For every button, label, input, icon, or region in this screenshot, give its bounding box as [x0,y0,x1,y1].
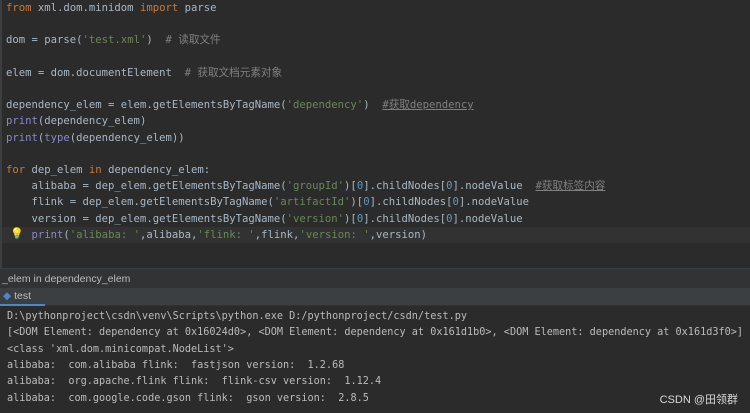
code-line: elem = dom.documentElement # 获取文档元素对象 [6,65,282,81]
code-token: 'version' [286,212,345,225]
breadcrumb[interactable]: _elem in dependency_elem [0,268,750,288]
console-line: [<DOM Element: dependency at 0x16024d0>,… [7,327,744,339]
code-token: ].childNodes[ [363,180,447,193]
code-token: parse [178,2,217,14]
run-tool-tabbar: ◆ test [0,288,750,306]
code-token: elem = dom.documentElement [6,66,185,79]
code-editor[interactable]: from xml.dom.minidom import parse dom = p… [0,0,750,268]
code-token: 'alibaba: ' [69,228,140,241]
code-token: )[ [344,180,357,193]
code-token: #获取dependency [382,99,474,112]
code-token: flink = dep_elem.getElementsByTagName( [6,196,274,209]
code-line: flink = dep_elem.getElementsByTagName('a… [6,194,530,210]
code-token: import [139,2,179,14]
lightbulb-icon[interactable]: 💡 [10,227,24,240]
python-icon: ◆ [3,290,12,302]
code-line: print(type(dependency_elem)) [6,130,185,146]
code-token: type [44,131,70,144]
console-line: alibaba: com.alibaba flink: fastjson ver… [7,359,345,371]
code-token: 'groupId' [286,180,345,193]
code-token: print [6,115,38,128]
console-line: <class 'xml.dom.minicompat.NodeList'> [7,343,234,355]
code-token: ].childNodes[ [363,212,447,225]
code-token: ,flink, [254,228,300,241]
code-token: for [6,164,26,176]
code-token: ) [363,99,383,112]
run-console-output[interactable]: D:\pythonproject\csdn\venv\Scripts\pytho… [0,306,750,413]
code-line: for dep_elem in dependency_elem: [6,162,210,178]
code-token: 'dependency' [286,99,364,112]
code-token: ].nodeValue [452,212,523,225]
code-token: 'version: ' [299,228,370,241]
code-token: 'test.xml' [82,34,147,47]
code-token: ,version) [369,228,428,241]
code-token: ].nodeValue [458,196,530,209]
code-token: (dependency_elem)) [69,131,185,144]
code-token: ].childNodes[ [369,196,453,209]
code-line: print(dependency_elem) [6,113,146,129]
watermark: CSDN @田领群 [659,394,738,406]
code-line: alibaba = dep_elem.getElementsByTagName(… [6,178,606,194]
tab-run-test[interactable]: ◆ test [0,288,45,306]
console-line: alibaba: com.google.code.gson flink: gso… [7,392,369,404]
code-line: dependency_elem = elem.getElementsByTagN… [6,97,474,113]
code-token: )[ [344,212,357,225]
console-line: alibaba: org.apache.flink flink: flink-c… [7,376,382,388]
code-token: dependency_elem: [101,164,211,176]
code-token: xml.dom.minidom [31,2,140,14]
tab-label: test [14,290,32,302]
code-token: # 读取文件 [165,34,221,47]
code-token: print [6,131,38,144]
code-token: #获取标签内容 [535,180,606,193]
code-token: (dependency_elem) [37,115,147,128]
code-token: ].nodeValue [452,180,536,193]
code-token: in [88,164,102,176]
console-line: D:\pythonproject\csdn\venv\Scripts\pytho… [7,311,468,322]
code-token: # 获取文档元素对象 [184,66,283,79]
code-token: 'flink: ' [197,228,255,241]
code-token: 'artifactId' [273,196,351,209]
code-token: )[ [350,196,364,209]
code-token: dependency_elem = elem.getElementsByTagN… [6,99,287,112]
code-token: dom = parse( [6,34,83,47]
code-token: version = dep_elem.getElementsByTagName( [6,212,287,225]
code-token: alibaba = dep_elem.getElementsByTagName( [6,180,287,193]
code-token: from [6,2,32,14]
code-line: print('alibaba: ',alibaba,'flink: ',flin… [2,226,750,243]
code-token: ,alibaba, [139,228,198,241]
code-token: ) [146,34,166,47]
code-token: dep_elem [25,164,89,176]
code-line: dom = parse('test.xml') # 读取文件 [6,32,221,48]
code-line: version = dep_elem.getElementsByTagName(… [6,211,523,227]
code-line: from xml.dom.minidom import parse [6,0,217,16]
